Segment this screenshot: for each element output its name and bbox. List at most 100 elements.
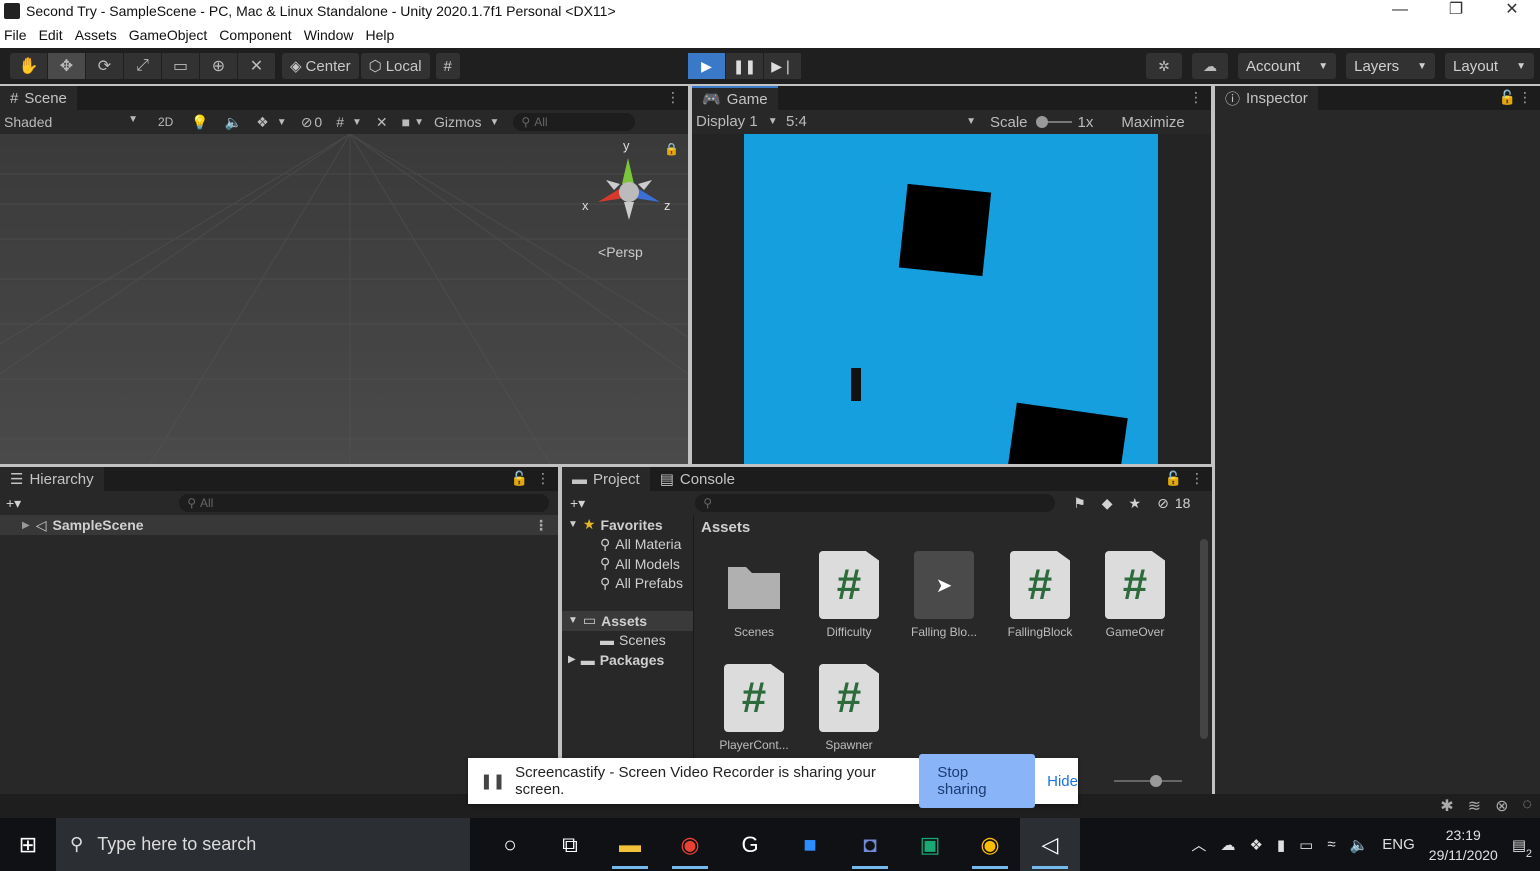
task-view-icon[interactable]: ⧉ bbox=[540, 818, 600, 871]
menu-edit[interactable]: Edit bbox=[39, 27, 63, 43]
shading-dropdown[interactable]: Shaded ▼ bbox=[0, 114, 144, 130]
hierarchy-search-input[interactable]: ⚲ All bbox=[179, 494, 550, 512]
game-viewport[interactable] bbox=[692, 134, 1211, 464]
hierarchy-scene-row[interactable]: ▶ ◁ SampleScene ⋮ bbox=[0, 515, 558, 535]
layers-dropdown[interactable]: Layers ▼ bbox=[1346, 53, 1436, 79]
asset-item[interactable]: # GameOver bbox=[1090, 551, 1180, 639]
restore-button[interactable]: ❐ bbox=[1428, 0, 1484, 22]
menu-gameobject[interactable]: GameObject bbox=[129, 27, 208, 43]
tree-packages[interactable]: ▶ ▬ Packages bbox=[562, 650, 693, 670]
chevron-down-icon[interactable]: ▼ bbox=[489, 117, 499, 128]
lock-icon[interactable]: 🔓 bbox=[1499, 89, 1516, 106]
tab-inspector[interactable]: ⓘ Inspector bbox=[1215, 86, 1318, 110]
play-button[interactable]: ▶ bbox=[688, 53, 726, 79]
scene-search-input[interactable]: ⚲ All bbox=[513, 113, 636, 131]
display-dropdown[interactable]: Display 1 ▼ bbox=[692, 113, 786, 131]
scene-gizmo[interactable]: y x z bbox=[582, 138, 674, 234]
menu-file[interactable]: File bbox=[4, 27, 27, 43]
progress-icon[interactable]: ◌ bbox=[1522, 796, 1532, 816]
scene-visibility-icon[interactable]: ⊘ bbox=[301, 114, 313, 131]
pdf-icon[interactable]: ▣ bbox=[900, 818, 960, 871]
kebab-menu-icon[interactable]: ⋮ bbox=[534, 517, 548, 534]
kebab-menu-icon[interactable]: ⋮ bbox=[666, 89, 680, 106]
battery-icon[interactable]: ▭ bbox=[1299, 836, 1313, 854]
asset-item[interactable]: # FallingBlock bbox=[995, 551, 1085, 639]
add-icon[interactable]: +▾ bbox=[570, 495, 585, 512]
grid-icon[interactable]: # bbox=[336, 114, 344, 130]
slider-thumb[interactable] bbox=[1150, 775, 1162, 787]
tools-icon[interactable]: ✕ bbox=[376, 114, 388, 131]
step-button[interactable]: ▶❘ bbox=[764, 53, 802, 79]
slider-thumb[interactable] bbox=[1035, 116, 1048, 128]
debug-icon[interactable]: ⊗ bbox=[1495, 796, 1508, 816]
lighting-icon[interactable]: 💡 bbox=[191, 114, 208, 131]
kebab-menu-icon[interactable]: ⋮ bbox=[1518, 89, 1532, 106]
favorite-star-icon[interactable]: ★ bbox=[1129, 495, 1142, 512]
tree-favorites[interactable]: ▼ ★ Favorites bbox=[562, 515, 693, 535]
filter-type-icon[interactable]: ⚑ bbox=[1073, 495, 1086, 512]
cortana-icon[interactable]: ○ bbox=[480, 818, 540, 871]
kebab-menu-icon[interactable]: ⋮ bbox=[1189, 89, 1203, 106]
effects-icon[interactable]: ❖ bbox=[256, 114, 269, 131]
rotate-tool-icon[interactable]: ⟳ bbox=[86, 53, 124, 79]
chrome-icon[interactable]: ◉ bbox=[660, 818, 720, 871]
tree-fav-materials[interactable]: ⚲ All Materia bbox=[562, 535, 693, 555]
lock-icon[interactable]: 🔒 bbox=[664, 142, 679, 156]
rect-tool-icon[interactable]: ▭ bbox=[162, 53, 200, 79]
volume-icon[interactable]: 🔈 bbox=[1350, 836, 1369, 854]
menu-assets[interactable]: Assets bbox=[75, 27, 117, 43]
wifi-icon[interactable]: ≈ bbox=[1327, 836, 1335, 853]
hidden-packages-icon[interactable]: ⊘ bbox=[1157, 495, 1169, 512]
close-button[interactable]: ✕ bbox=[1484, 0, 1540, 22]
camera-icon[interactable]: ■ bbox=[402, 114, 410, 130]
assets-scrollbar[interactable] bbox=[1200, 539, 1208, 739]
menu-component[interactable]: Component bbox=[219, 27, 291, 43]
expand-arrow-icon[interactable]: ▼ bbox=[568, 519, 578, 530]
layers-stack-icon[interactable]: ≋ bbox=[1468, 796, 1481, 816]
tree-scenes[interactable]: ▬ Scenes bbox=[562, 631, 693, 651]
bug-icon[interactable]: ✱ bbox=[1440, 796, 1453, 816]
expand-arrow-icon[interactable]: ▶ bbox=[568, 654, 576, 665]
menu-window[interactable]: Window bbox=[304, 27, 354, 43]
taskbar-search-input[interactable]: ⚲ Type here to search bbox=[56, 818, 470, 871]
gizmos-dropdown[interactable]: Gizmos bbox=[434, 114, 481, 130]
chevron-down-icon[interactable]: ▼ bbox=[352, 117, 362, 128]
asset-item[interactable]: ➤ Falling Blo... bbox=[899, 551, 989, 639]
cloud-icon[interactable]: ☁ bbox=[1192, 53, 1228, 79]
aspect-dropdown[interactable]: 5:4 ▼ bbox=[786, 113, 976, 131]
perspective-toggle[interactable]: <Persp bbox=[598, 244, 643, 260]
tab-hierarchy[interactable]: ☰ Hierarchy bbox=[0, 467, 104, 491]
hand-tool-icon[interactable]: ✋ bbox=[10, 53, 48, 79]
microphone-icon[interactable]: ▮ bbox=[1277, 836, 1285, 854]
tab-project[interactable]: ▬ Project bbox=[562, 467, 650, 491]
account-dropdown[interactable]: Account ▼ bbox=[1238, 53, 1337, 79]
minimize-button[interactable]: — bbox=[1372, 0, 1428, 22]
grid-snap-button[interactable]: # bbox=[435, 53, 460, 79]
expand-arrow-icon[interactable]: ▼ bbox=[568, 615, 578, 626]
asset-item[interactable]: # Difficulty bbox=[804, 551, 894, 639]
add-icon[interactable]: +▾ bbox=[6, 495, 21, 512]
scene-viewport[interactable]: y x z 🔒 <Persp bbox=[0, 134, 688, 464]
notifications-icon[interactable]: ▤ 2 bbox=[1512, 836, 1532, 860]
custom-tool-icon[interactable]: ✕ bbox=[238, 53, 276, 79]
windows-start-icon[interactable]: ⊞ bbox=[0, 818, 56, 871]
kebab-menu-icon[interactable]: ⋮ bbox=[1190, 470, 1204, 487]
tree-fav-prefabs[interactable]: ⚲ All Prefabs bbox=[562, 574, 693, 594]
tab-game[interactable]: 🎮 Game bbox=[692, 86, 778, 110]
zoom-icon[interactable]: ■ bbox=[780, 818, 840, 871]
dropbox-icon[interactable]: ❖ bbox=[1249, 836, 1262, 854]
discord-icon[interactable]: ◘ bbox=[840, 818, 900, 871]
hide-button[interactable]: Hide bbox=[1047, 773, 1078, 790]
asset-item[interactable]: # Spawner bbox=[804, 664, 894, 752]
tab-scene[interactable]: # Scene bbox=[0, 86, 77, 110]
chevron-down-icon[interactable]: ▼ bbox=[414, 117, 424, 128]
language-indicator[interactable]: ENG bbox=[1382, 836, 1415, 853]
tab-console[interactable]: ▤ Console bbox=[649, 467, 745, 491]
collab-icon[interactable]: ✲ bbox=[1146, 53, 1182, 79]
unity-taskbar-icon[interactable]: ◁ bbox=[1020, 818, 1080, 871]
filter-label-icon[interactable]: ◆ bbox=[1102, 495, 1113, 512]
lock-icon[interactable]: 🔓 bbox=[1165, 470, 1182, 487]
onedrive-icon[interactable]: ☁ bbox=[1220, 836, 1235, 854]
2d-toggle[interactable]: 2D bbox=[158, 115, 173, 129]
scale-tool-icon[interactable]: ⤢ bbox=[124, 53, 162, 79]
